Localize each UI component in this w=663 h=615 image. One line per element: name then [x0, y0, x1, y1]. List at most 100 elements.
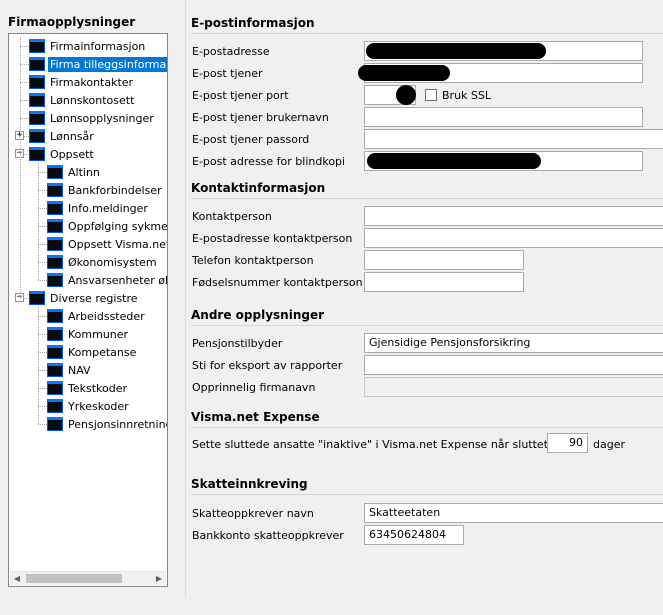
email-password-input[interactable]	[364, 129, 663, 149]
use-ssl-checkbox[interactable]	[425, 89, 437, 101]
tree-item[interactable]: Økonomisystem	[47, 253, 159, 271]
tree-item[interactable]: Firma tilleggsinformasjon	[29, 55, 167, 73]
contact-phone-label: Telefon kontaktperson	[192, 254, 314, 267]
tree-connector	[20, 118, 29, 119]
email-username-label: E-post tjener brukernavn	[192, 111, 329, 124]
tree-connector	[38, 190, 47, 191]
folder-icon	[47, 219, 63, 233]
tree-item[interactable]: Yrkeskoder	[47, 397, 131, 415]
section-divider	[191, 198, 663, 199]
tree-item[interactable]: Firmainformasjon	[29, 37, 147, 55]
pension-provider-label: Pensjonstilbyder	[192, 337, 283, 350]
email-username-input[interactable]	[364, 107, 643, 127]
folder-icon	[47, 237, 63, 251]
tree-item-label: Firmainformasjon	[50, 39, 146, 53]
tree-item[interactable]: Kommuner	[47, 325, 130, 343]
pension-provider-input[interactable]: Gjensidige Pensjonsforsikring	[364, 333, 663, 353]
tree-item[interactable]: Bankforbindelser	[47, 181, 164, 199]
folder-icon	[47, 165, 63, 179]
tree-item[interactable]: Lønnsopplysninger	[29, 109, 156, 127]
tax-collector-account-input[interactable]: 63450624804	[364, 525, 464, 545]
folder-icon	[29, 57, 45, 71]
tree-item[interactable]: Lønnskontosett	[29, 91, 136, 109]
folder-icon	[47, 363, 63, 377]
tree-connector	[38, 307, 39, 424]
folder-icon	[29, 147, 45, 161]
tree-connector	[38, 163, 39, 280]
tree-item-label: Firmakontakter	[50, 75, 134, 89]
section-divider	[191, 494, 663, 495]
tax-collector-account-label: Bankkonto skatteoppkrever	[192, 529, 344, 542]
tree-item[interactable]: Diverse registre	[29, 289, 140, 307]
tree-item[interactable]: Tekstkoder	[47, 379, 129, 397]
tree-item[interactable]: Kompetanse	[47, 343, 138, 361]
navigation-tree[interactable]: Firmainformasjon Firma tilleggsinformasjo…	[8, 33, 168, 587]
expense-section-title: Visma.net Expense	[191, 410, 320, 424]
email-password-label: E-post tjener passord	[192, 133, 310, 146]
tree-item[interactable]: Ansvarsenheter økonomi	[47, 271, 167, 289]
folder-icon	[47, 201, 63, 215]
contact-email-input[interactable]	[364, 228, 663, 248]
tree-item-label: Økonomisystem	[68, 255, 157, 269]
tree-item-label: Oppsett	[50, 147, 94, 161]
left-panel: Firmaopplysninger Firmainformasjon Firma …	[0, 0, 181, 615]
expense-inactive-label: Sette sluttede ansatte "inaktive" i Vism…	[192, 438, 578, 451]
tree-item-label: Oppsett Visma.net	[68, 237, 168, 251]
email-server-label: E-post tjener	[192, 67, 263, 80]
scroll-right-arrow-icon[interactable]: ▶	[152, 572, 166, 585]
tree-item[interactable]: Info.meldinger	[47, 199, 150, 217]
folder-icon	[47, 345, 63, 359]
panel-title: Firmaopplysninger	[8, 15, 136, 29]
tree-item[interactable]: Oppfølging sykmeldte	[47, 217, 168, 235]
tree-connector	[38, 226, 47, 227]
horizontal-scrollbar[interactable]: ◀ ▶	[10, 571, 166, 585]
tree-item-label: Lønnsopplysninger	[50, 111, 154, 125]
email-bcc-label: E-post adresse for blindkopi	[192, 155, 346, 168]
other-section-title: Andre opplysninger	[191, 308, 325, 322]
export-path-input[interactable]	[364, 355, 663, 375]
email-section-title: E-postinformasjon	[191, 16, 315, 30]
tree-item[interactable]: Arbeidssteder	[47, 307, 147, 325]
tree-item[interactable]: Firmakontakter	[29, 73, 135, 91]
tree-connector	[20, 37, 21, 298]
scroll-left-arrow-icon[interactable]: ◀	[10, 572, 24, 585]
tree-item[interactable]: Altinn	[47, 163, 102, 181]
tree-item[interactable]: NAV	[47, 361, 93, 379]
tree-item-label: Tekstkoder	[68, 381, 128, 395]
tree-item-label: Oppfølging sykmeldte	[68, 219, 168, 233]
redacted-value	[367, 153, 541, 169]
tax-collector-name-label: Skatteoppkrever navn	[192, 507, 314, 520]
contact-email-label: E-postadresse kontaktperson	[192, 232, 353, 245]
tree-item[interactable]: Oppsett	[29, 145, 96, 163]
folder-icon	[47, 255, 63, 269]
tree-connector	[20, 64, 29, 65]
contact-phone-input[interactable]	[364, 250, 524, 270]
tax-collector-name-input[interactable]: Skatteetaten	[364, 503, 663, 523]
tree-item-label: NAV	[68, 363, 91, 377]
redacted-value	[396, 85, 416, 105]
expense-days-input[interactable]: 90	[547, 433, 588, 453]
tree-connector	[38, 352, 47, 353]
original-name-input	[364, 377, 663, 397]
original-name-label: Opprinnelig firmanavn	[192, 381, 316, 394]
tree-item-label: Lønnskontosett	[50, 93, 135, 107]
scrollbar-thumb[interactable]	[26, 574, 122, 583]
folder-icon	[47, 417, 63, 431]
use-ssl-label: Bruk SSL	[442, 89, 492, 102]
tree-item-label: Arbeidssteder	[68, 309, 145, 323]
tree-connector	[38, 370, 47, 371]
email-port-label: E-post tjener port	[192, 89, 289, 102]
contact-section-title: Kontaktinformasjon	[191, 181, 326, 195]
contact-birthno-input[interactable]	[364, 272, 524, 292]
tree-item[interactable]: Lønnsår	[29, 127, 96, 145]
folder-icon	[47, 399, 63, 413]
email-address-label: E-postadresse	[192, 45, 270, 58]
details-panel: E-postinformasjon E-postadresse E-post t…	[185, 0, 663, 598]
tree-item[interactable]: Pensjonsinnretninger	[47, 415, 167, 433]
section-divider	[191, 427, 663, 428]
tree-item-label: Bankforbindelser	[68, 183, 162, 197]
tree-connector	[38, 334, 47, 335]
tree-item[interactable]: Oppsett Visma.net	[47, 235, 168, 253]
contact-person-input[interactable]	[364, 206, 663, 226]
tree-item-label: Lønnsår	[50, 129, 94, 143]
